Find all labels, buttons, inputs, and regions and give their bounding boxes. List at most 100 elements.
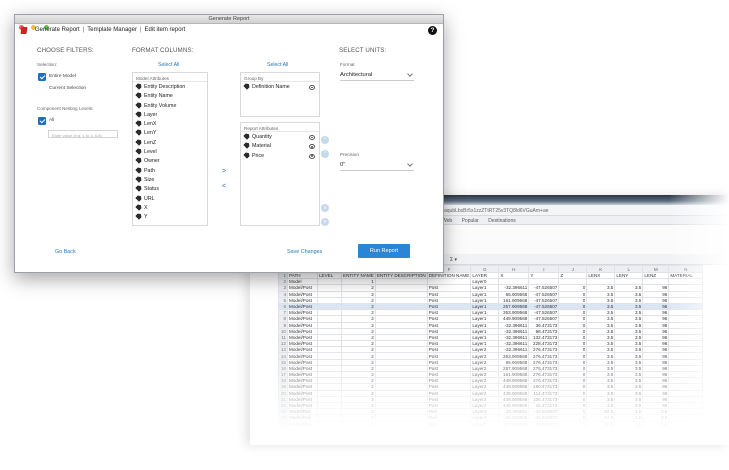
autosum-icon[interactable]: Σ ▾	[450, 257, 457, 263]
all-levels-checkbox[interactable]	[38, 117, 46, 125]
table-cell[interactable]: -47.526507	[528, 284, 560, 292]
column-letter[interactable]: L	[614, 265, 644, 273]
table-cell[interactable]	[317, 426, 342, 434]
model-attribute-item[interactable]: Entity Volume	[136, 102, 207, 111]
table-cell[interactable]: 276.473173	[528, 377, 560, 385]
model-attribute-item[interactable]: X	[136, 204, 207, 213]
table-cell[interactable]	[668, 426, 704, 434]
table-cell[interactable]: 3.5	[642, 426, 670, 434]
table-cell[interactable]: -47.526507	[528, 315, 560, 323]
table-cell[interactable]: 257.909568	[498, 302, 530, 311]
table-cell[interactable]: Rail	[426, 426, 472, 434]
group-by-item[interactable]: Definition Name	[244, 83, 319, 92]
table-cell[interactable]: 257.909568	[498, 364, 530, 373]
table-cell[interactable]: 105.473173	[528, 395, 560, 403]
column-letter[interactable]: J	[558, 265, 588, 273]
table-cell[interactable]: 276.473173	[528, 358, 560, 366]
model-attribute-item[interactable]: LenX	[136, 120, 207, 129]
table-cell[interactable]: 228.473173	[528, 340, 560, 348]
table-cell[interactable]: 276.473173	[528, 352, 560, 360]
model-attribute-item[interactable]: Size	[136, 176, 207, 185]
table-cell[interactable]: 449.909568	[498, 395, 530, 403]
column-letter[interactable]: I	[528, 265, 560, 273]
model-attribute-item[interactable]: LenY	[136, 129, 207, 138]
table-cell[interactable]: 449.909568	[498, 389, 530, 397]
bookmark-popular[interactable]: Popular	[462, 218, 479, 224]
move-up-secondary-button[interactable]: ^	[321, 150, 329, 158]
table-cell[interactable]: 1.5	[614, 426, 644, 434]
model-attribute-item[interactable]: LenZ	[136, 139, 207, 148]
current-selection-label[interactable]: Current Selection	[49, 86, 86, 91]
table-cell[interactable]: 180.473173	[528, 383, 560, 391]
bookmark-destinations[interactable]: Destinations	[488, 218, 516, 224]
model-attribute-item[interactable]: Layer	[136, 111, 207, 120]
table-cell[interactable]: 276.473173	[528, 346, 560, 354]
move-down-secondary-button[interactable]: v	[321, 218, 329, 226]
help-icon[interactable]: ?	[428, 26, 437, 35]
report-attribute-item[interactable]: Quantity	[244, 133, 319, 142]
table-cell[interactable]: 132.473173	[528, 333, 560, 342]
save-changes-button[interactable]: Save Changes	[287, 249, 322, 255]
column-letter[interactable]: K	[586, 265, 616, 273]
table-row[interactable]: 26 Model/Rail 2 Rail Layer3 257.909568 -44.526…	[278, 426, 704, 434]
table-cell[interactable]: -44.526507	[528, 420, 560, 428]
table-cell[interactable]: 276.473173	[528, 364, 560, 373]
table-cell[interactable]: -44.526507	[528, 408, 560, 416]
table-cell[interactable]: -44.526507	[528, 426, 560, 434]
table-cell[interactable]: 276.473173	[528, 370, 560, 379]
model-attribute-item[interactable]: Entity Description	[136, 83, 207, 92]
table-cell[interactable]: 449.909568	[498, 383, 530, 391]
table-cell[interactable]: 161.909568	[498, 370, 530, 379]
table-cell[interactable]: -47.526507	[528, 296, 560, 304]
move-left-button[interactable]: <	[216, 182, 232, 192]
model-attribute-item[interactable]: Level	[136, 148, 207, 157]
table-cell[interactable]: 2	[341, 426, 376, 434]
format-select[interactable]: Architectural	[340, 70, 414, 81]
table-cell[interactable]: 257.909568	[498, 426, 530, 434]
nav-template-manager[interactable]: Template Manager	[87, 27, 137, 33]
table-cell[interactable]: Model/Rail	[287, 426, 318, 434]
table-cell[interactable]: Layer3	[470, 426, 500, 434]
table-cell[interactable]: 353.909568	[498, 309, 530, 317]
table-cell[interactable]: 114.473173	[528, 389, 560, 397]
table-cell[interactable]: -47.526507	[528, 302, 560, 311]
move-up-button[interactable]: ^	[321, 136, 329, 144]
model-attribute-item[interactable]: Y	[136, 213, 207, 222]
model-attribute-item[interactable]: Owner	[136, 157, 207, 166]
table-cell[interactable]: 353.909568	[498, 352, 530, 360]
entire-model-checkbox[interactable]	[38, 73, 46, 81]
table-cell[interactable]: -47.526507	[528, 290, 560, 298]
run-report-button[interactable]: Run Report	[358, 244, 410, 258]
precision-select[interactable]: 0"	[340, 160, 414, 171]
table-cell[interactable]: 92.5	[586, 426, 616, 434]
table-cell[interactable]: -47.526507	[528, 309, 560, 317]
column-letter[interactable]: G	[470, 265, 500, 273]
report-attribute-item[interactable]: Price	[244, 152, 319, 161]
table-cell[interactable]: 0	[558, 426, 588, 434]
nesting-level-input[interactable]: Enter value (e.g. 1 to 3, 6-8)	[48, 130, 118, 138]
table-cell[interactable]: 449.909568	[498, 377, 530, 385]
table-cell[interactable]: 161.909568	[498, 420, 530, 428]
model-attribute-item[interactable]: Entity Name	[136, 92, 207, 101]
move-right-button[interactable]: >	[216, 167, 232, 177]
table-cell[interactable]: 449.909568	[498, 315, 530, 323]
report-attribute-item[interactable]: Material	[244, 142, 319, 151]
eye-icon[interactable]	[309, 135, 315, 140]
move-down-button[interactable]: v	[321, 204, 329, 212]
model-attribute-item[interactable]: URL	[136, 195, 207, 204]
table-cell[interactable]	[374, 426, 428, 434]
select-all-report-attributes-link[interactable]: Select All	[267, 62, 288, 68]
column-letter[interactable]: N	[668, 265, 704, 273]
nav-edit-item-report[interactable]: Edit item report	[145, 27, 186, 33]
model-attribute-item[interactable]: Path	[136, 167, 207, 176]
select-all-model-attributes-link[interactable]: Select All	[158, 62, 179, 68]
table-cell[interactable]: DEFINITION NAME	[426, 271, 472, 280]
eye-icon[interactable]	[309, 144, 315, 150]
go-back-button[interactable]: Go Back	[55, 249, 76, 255]
table-cell[interactable]: -44.526507	[528, 414, 560, 422]
table-cell[interactable]: 161.909568	[498, 296, 530, 304]
table-cell[interactable]: ENTITY DESCRIPTION	[374, 271, 428, 280]
table-cell[interactable]: 449.909568	[498, 401, 530, 410]
eye-icon[interactable]	[309, 153, 315, 159]
eye-icon[interactable]	[309, 85, 315, 90]
